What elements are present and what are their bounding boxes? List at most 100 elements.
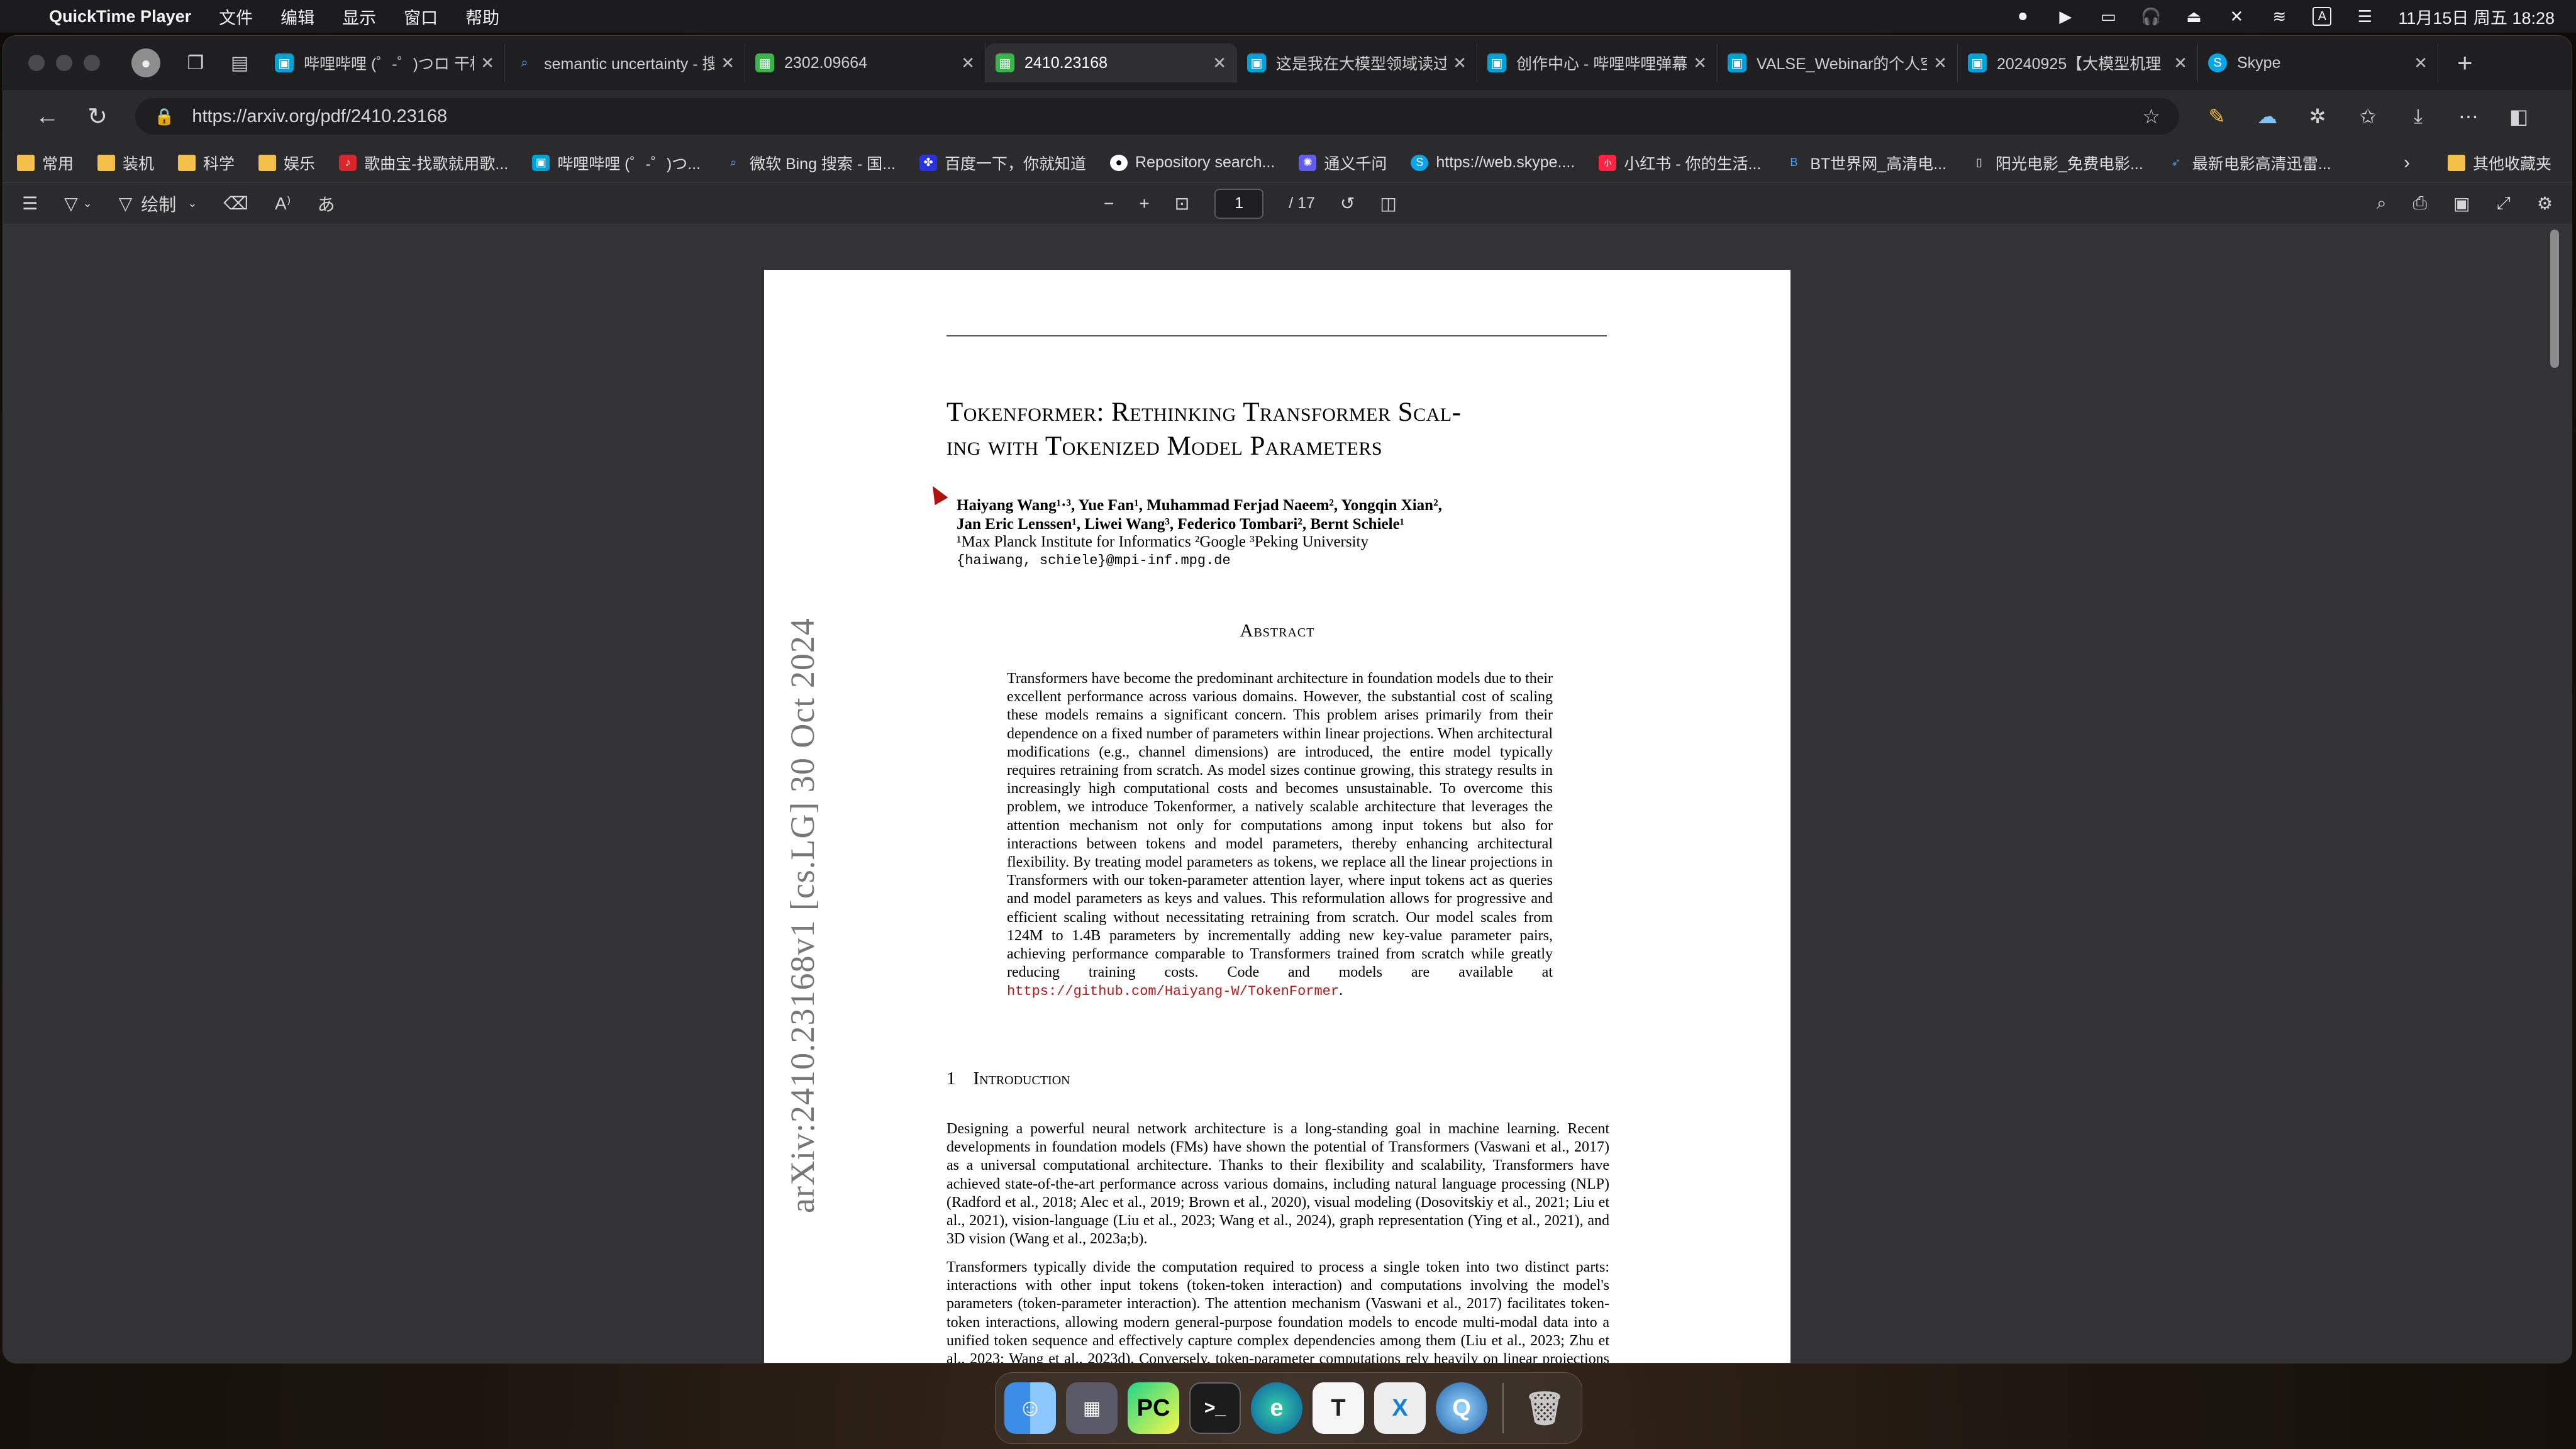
- xcode-icon[interactable]: X: [1374, 1382, 1426, 1434]
- quicktime-icon[interactable]: Q: [1436, 1382, 1487, 1434]
- page-number-input[interactable]: 1: [1214, 188, 1264, 219]
- bookmark-folder-science[interactable]: 科学: [178, 152, 235, 174]
- fit-page-icon[interactable]: ⊡: [1175, 193, 1189, 214]
- tab-actions-icon[interactable]: ▤: [221, 44, 258, 82]
- pdf-viewer[interactable]: Tokenformer: Rethinking Transformer Scal…: [3, 225, 2572, 1363]
- profile-avatar[interactable]: ●: [131, 48, 160, 77]
- extension-icon[interactable]: ✎: [2204, 104, 2229, 128]
- close-tab-icon[interactable]: ✕: [1693, 53, 1707, 73]
- airplay-icon[interactable]: ⏏: [2184, 7, 2203, 26]
- search-icon[interactable]: ⌕: [2377, 193, 2387, 214]
- minimize-window-button[interactable]: [56, 55, 72, 71]
- page-view-icon[interactable]: ◫: [1380, 193, 1396, 214]
- typora-icon[interactable]: T: [1313, 1382, 1364, 1434]
- clock[interactable]: 11月15日 周五 18:28: [2398, 4, 2555, 29]
- code-link[interactable]: https://github.com/Haiyang-W/TokenFormer: [1007, 984, 1339, 999]
- bookmark-folder-other[interactable]: 其他收藏夹: [2447, 152, 2551, 174]
- sidebar-toggle-icon[interactable]: ◧: [2506, 104, 2531, 128]
- new-tab-button[interactable]: +: [2457, 48, 2473, 78]
- chevron-down-icon[interactable]: ⌄: [187, 197, 197, 210]
- bookmark-folder-setup[interactable]: 装机: [97, 152, 154, 174]
- menu-window[interactable]: 窗口: [404, 4, 438, 29]
- launchpad-icon[interactable]: ▦: [1066, 1382, 1118, 1434]
- app-name-menu[interactable]: QuickTime Player: [49, 7, 191, 26]
- back-arrow-icon[interactable]: ←: [22, 103, 72, 130]
- bookmark-bing[interactable]: ⌕ 微软 Bing 搜索 - 国...: [724, 152, 896, 174]
- tab-3-active[interactable]: ▦ 2410.23168 ✕: [985, 43, 1237, 82]
- bookmark-skype[interactable]: Shttps://web.skype....: [1411, 153, 1575, 172]
- bookmark-folder-common[interactable]: 常用: [17, 152, 74, 174]
- pycharm-icon[interactable]: PC: [1128, 1382, 1179, 1434]
- record-stop-icon[interactable]: ⏺: [2013, 6, 2032, 26]
- lock-icon[interactable]: 🔒: [154, 107, 174, 126]
- bookmark-xiaohongshu[interactable]: 小小红书 - 你的生活...: [1599, 152, 1761, 174]
- bookmark-tongyi[interactable]: ✺ 通义千问: [1299, 152, 1387, 174]
- tab-1[interactable]: ⌕ semantic uncertainty - 搜索 ✕: [505, 43, 745, 82]
- bookmark-folder-entertainment[interactable]: 娱乐: [258, 152, 315, 174]
- play-icon[interactable]: ▶: [2056, 7, 2075, 26]
- close-tab-icon[interactable]: ✕: [2174, 53, 2187, 73]
- wifi-icon[interactable]: ≋: [2270, 7, 2289, 26]
- favorites-icon[interactable]: ✩: [2355, 104, 2380, 128]
- edge-browser-icon[interactable]: e: [1251, 1382, 1302, 1434]
- translate-icon[interactable]: あ: [318, 191, 335, 216]
- tab-5[interactable]: ▣ 创作中心 - 哔哩哔哩弹幕 ✕: [1477, 43, 1718, 82]
- bookmark-ygdy[interactable]: ▯ 阳光电影_免费电影...: [1970, 152, 2143, 174]
- chevron-right-icon[interactable]: ›: [2404, 152, 2410, 174]
- zoom-out-icon[interactable]: −: [1104, 194, 1114, 214]
- print-icon[interactable]: ⎙: [2413, 193, 2427, 214]
- read-aloud-icon[interactable]: A⁾: [275, 193, 291, 214]
- draw-tool[interactable]: ▽ 绘制 ⌄: [119, 191, 197, 216]
- extensions-puzzle-icon[interactable]: ✲: [2305, 104, 2330, 128]
- close-tab-icon[interactable]: ✕: [1213, 53, 1226, 73]
- tab-6[interactable]: ▣ VALSE_Webinar的个人空间 ✕: [1718, 43, 1958, 82]
- close-tab-icon[interactable]: ✕: [721, 53, 735, 73]
- tab-2[interactable]: ▦ 2302.09664 ✕: [745, 43, 985, 82]
- bookmark-movies[interactable]: ➶ 最新电影高清迅雷...: [2167, 152, 2331, 174]
- eraser-icon[interactable]: ⌫: [223, 193, 248, 214]
- trash-icon[interactable]: 🗑: [1519, 1382, 1570, 1434]
- highlight-icon[interactable]: ▽ ⌄: [64, 193, 92, 214]
- close-tab-icon[interactable]: ✕: [1453, 53, 1467, 73]
- favorite-star-icon[interactable]: ☆: [2142, 104, 2160, 128]
- table-of-contents-icon[interactable]: ☰: [22, 193, 38, 214]
- workspaces-icon[interactable]: ❐: [177, 44, 214, 82]
- bookmark-github[interactable]: ● Repository search...: [1110, 153, 1275, 172]
- zoom-window-button[interactable]: [84, 55, 100, 71]
- control-center-icon[interactable]: ☰: [2355, 7, 2374, 26]
- rotate-icon[interactable]: ↺: [1340, 193, 1355, 214]
- tab-0[interactable]: ▣ 哔哩哔哩 (゜-゜)つロ 干杯~ ✕: [265, 43, 505, 82]
- more-menu-icon[interactable]: ⋯: [2456, 104, 2481, 128]
- screen-icon[interactable]: ▭: [2099, 7, 2118, 26]
- close-window-button[interactable]: [28, 55, 45, 71]
- downloads-icon[interactable]: ⤓: [2406, 104, 2431, 128]
- zoom-in-icon[interactable]: +: [1139, 194, 1149, 214]
- menu-edit[interactable]: 编辑: [280, 4, 314, 29]
- close-tab-icon[interactable]: ✕: [2414, 53, 2428, 73]
- url-text[interactable]: https://arxiv.org/pdf/2410.23168: [192, 106, 447, 127]
- tab-4[interactable]: ▣ 这是我在大模型领域读过 ✕: [1237, 43, 1477, 82]
- save-icon[interactable]: ▣: [2453, 193, 2470, 214]
- vertical-scrollbar[interactable]: [2550, 230, 2559, 368]
- bluetooth-icon[interactable]: ✕: [2227, 7, 2246, 26]
- reload-icon[interactable]: ↻: [72, 103, 123, 131]
- fullscreen-icon[interactable]: ⤢: [2496, 193, 2510, 214]
- bookmark-gequbao[interactable]: ♪ 歌曲宝-找歌就用歌...: [339, 152, 508, 174]
- menu-file[interactable]: 文件: [219, 4, 253, 29]
- headphones-icon[interactable]: 🎧: [2141, 7, 2161, 26]
- bookmark-btworld[interactable]: B BT世界网_高清电...: [1785, 152, 1946, 174]
- bookmark-bilibili[interactable]: ▣ 哔哩哔哩 (゜-゜)つ...: [532, 152, 701, 174]
- url-field[interactable]: 🔒 https://arxiv.org/pdf/2410.23168 ☆: [135, 98, 2179, 135]
- settings-gear-icon[interactable]: ⚙: [2537, 193, 2553, 214]
- terminal-icon[interactable]: >_: [1189, 1382, 1241, 1434]
- close-tab-icon[interactable]: ✕: [1933, 53, 1947, 73]
- tab-8[interactable]: S Skype ✕: [2198, 43, 2438, 82]
- close-tab-icon[interactable]: ✕: [480, 53, 494, 73]
- cloud-extension-icon[interactable]: ☁: [2255, 104, 2280, 128]
- finder-icon[interactable]: ☺: [1004, 1382, 1056, 1434]
- bookmark-baidu[interactable]: ✤ 百度一下，你就知道: [919, 152, 1086, 174]
- menu-view[interactable]: 显示: [342, 4, 376, 29]
- menu-help[interactable]: 帮助: [465, 4, 499, 29]
- close-tab-icon[interactable]: ✕: [961, 53, 975, 73]
- tab-7[interactable]: ▣ 20240925【大模型机理 ✕: [1958, 43, 2198, 82]
